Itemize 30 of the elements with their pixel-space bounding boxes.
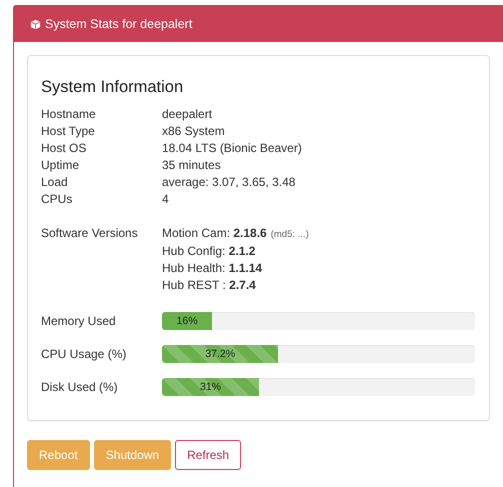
info-value: 18.04 LTS (Bionic Beaver) (162, 140, 302, 157)
version-note: (md5: ...) (270, 228, 309, 242)
info-value: deepalert (162, 106, 212, 123)
action-button[interactable]: Refresh (175, 440, 242, 470)
action-button[interactable]: Reboot (27, 440, 90, 470)
info-label: CPUs (41, 191, 72, 208)
panel-title: System Stats for deepalert (45, 17, 192, 31)
version-text: Hub REST : 2.7.4 (162, 277, 256, 294)
version-text: Hub Config: 2.1.2 (162, 243, 256, 260)
cube-icon (30, 18, 41, 30)
info-value: average: 3.07, 3.65, 3.48 (162, 174, 296, 191)
meter-label: Memory Used (41, 314, 117, 328)
info-label: Hostname (41, 106, 96, 123)
info-value: 4 (162, 191, 169, 208)
info-label: Host OS (41, 140, 86, 157)
progress-reading: 37.2% (205, 348, 236, 360)
info-label: Load (41, 174, 68, 191)
action-button[interactable]: Shutdown (94, 440, 172, 470)
progress-reading: 16% (176, 315, 198, 327)
info-label: Host Type (41, 123, 95, 140)
section-title: System Information (41, 78, 184, 97)
version-text: Hub Health: 1.1.14 (162, 260, 262, 277)
info-label: Software Versions (41, 225, 138, 242)
progress-reading: 31% (200, 381, 222, 393)
meter-label: Disk Used (%) (41, 380, 119, 394)
meter-label: CPU Usage (%) (41, 347, 128, 361)
info-value: 35 minutes (162, 157, 221, 174)
info-value: x86 System (162, 123, 225, 140)
version-text: Motion Cam: 2.18.6 (162, 225, 267, 242)
info-label: Uptime (41, 157, 80, 174)
